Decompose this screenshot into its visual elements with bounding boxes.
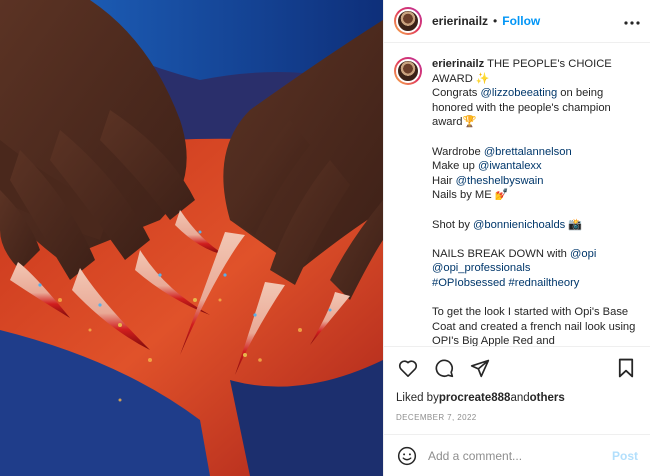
caption-avatar[interactable] bbox=[394, 57, 422, 85]
likes-summary: Liked by procreate888 and others bbox=[384, 388, 650, 408]
post-caption: erierinailz THE PEOPLE's CHOICE AWARD ✨ … bbox=[432, 57, 640, 346]
liked-by-user[interactable]: procreate888 bbox=[439, 392, 511, 404]
post-date: DECEMBER 7, 2022 bbox=[396, 412, 477, 422]
mention-link[interactable]: @opi bbox=[570, 248, 596, 260]
post-side-panel: erierinailz • Follow erierinailz THE PEO… bbox=[383, 0, 650, 476]
likes-prefix: Liked by bbox=[396, 392, 439, 404]
heart-icon[interactable] bbox=[396, 356, 420, 380]
emoji-icon-svg bbox=[397, 446, 417, 465]
emoji-icon[interactable] bbox=[396, 445, 418, 467]
hashtag-link[interactable]: #rednailtheory bbox=[509, 277, 580, 289]
post-header: erierinailz • Follow bbox=[384, 0, 650, 43]
bookmark-icon[interactable] bbox=[614, 356, 638, 380]
instagram-post: erierinailz • Follow erierinailz THE PEO… bbox=[0, 0, 650, 476]
likes-middle: and bbox=[510, 392, 530, 404]
congrats-text: Congrats bbox=[432, 87, 481, 100]
wardrobe-label: Wardrobe bbox=[432, 145, 484, 158]
shot-label: Shot by bbox=[432, 218, 474, 231]
caption-username[interactable]: erierinailz bbox=[432, 58, 484, 70]
bookmark-icon-svg bbox=[618, 358, 634, 377]
comment-input[interactable] bbox=[428, 448, 612, 463]
comment-icon[interactable] bbox=[432, 356, 456, 380]
hair-label: Hair bbox=[432, 174, 456, 187]
follow-button[interactable]: Follow bbox=[502, 14, 540, 28]
more-options-icon[interactable] bbox=[624, 13, 640, 29]
author-avatar[interactable] bbox=[394, 7, 422, 35]
more-options-icon-svg bbox=[624, 21, 640, 25]
likes-others-link[interactable]: others bbox=[530, 392, 565, 404]
post-photo[interactable] bbox=[0, 0, 383, 476]
mention-link[interactable]: @opi_professionals bbox=[432, 262, 530, 274]
hashtag-link[interactable]: #OPIobsessed bbox=[432, 277, 505, 289]
look-text: To get the look I started with Opi's Bas… bbox=[432, 306, 636, 346]
share-icon-svg bbox=[470, 359, 490, 377]
mention-link[interactable]: @theshelbyswain bbox=[456, 175, 544, 187]
breakdown-label: NAILS BREAK DOWN with bbox=[432, 247, 571, 260]
mention-link[interactable]: @lizzobeeating bbox=[481, 87, 558, 99]
mention-link[interactable]: @brettalannelson bbox=[484, 146, 572, 158]
action-bar bbox=[384, 346, 650, 388]
separator-dot: • bbox=[493, 14, 498, 28]
heart-icon-svg bbox=[398, 359, 418, 377]
mention-link[interactable]: @iwantalexx bbox=[478, 160, 542, 172]
comments-area[interactable]: erierinailz THE PEOPLE's CHOICE AWARD ✨ … bbox=[384, 43, 650, 346]
author-username[interactable]: erierinailz bbox=[432, 14, 488, 28]
nails-label: Nails by ME 💅 bbox=[432, 189, 509, 202]
comment-icon-svg bbox=[435, 359, 454, 377]
nails-photo-illustration bbox=[0, 0, 383, 476]
mention-link[interactable]: @bonnienichoalds bbox=[473, 219, 565, 231]
camera-emoji: 📸 bbox=[565, 218, 583, 231]
share-icon[interactable] bbox=[468, 356, 492, 380]
post-comment-button[interactable]: Post bbox=[612, 449, 638, 463]
add-comment-bar: Post bbox=[384, 434, 650, 476]
makeup-label: Make up bbox=[432, 160, 479, 173]
avatar-image bbox=[396, 59, 420, 83]
avatar-image bbox=[396, 9, 420, 33]
